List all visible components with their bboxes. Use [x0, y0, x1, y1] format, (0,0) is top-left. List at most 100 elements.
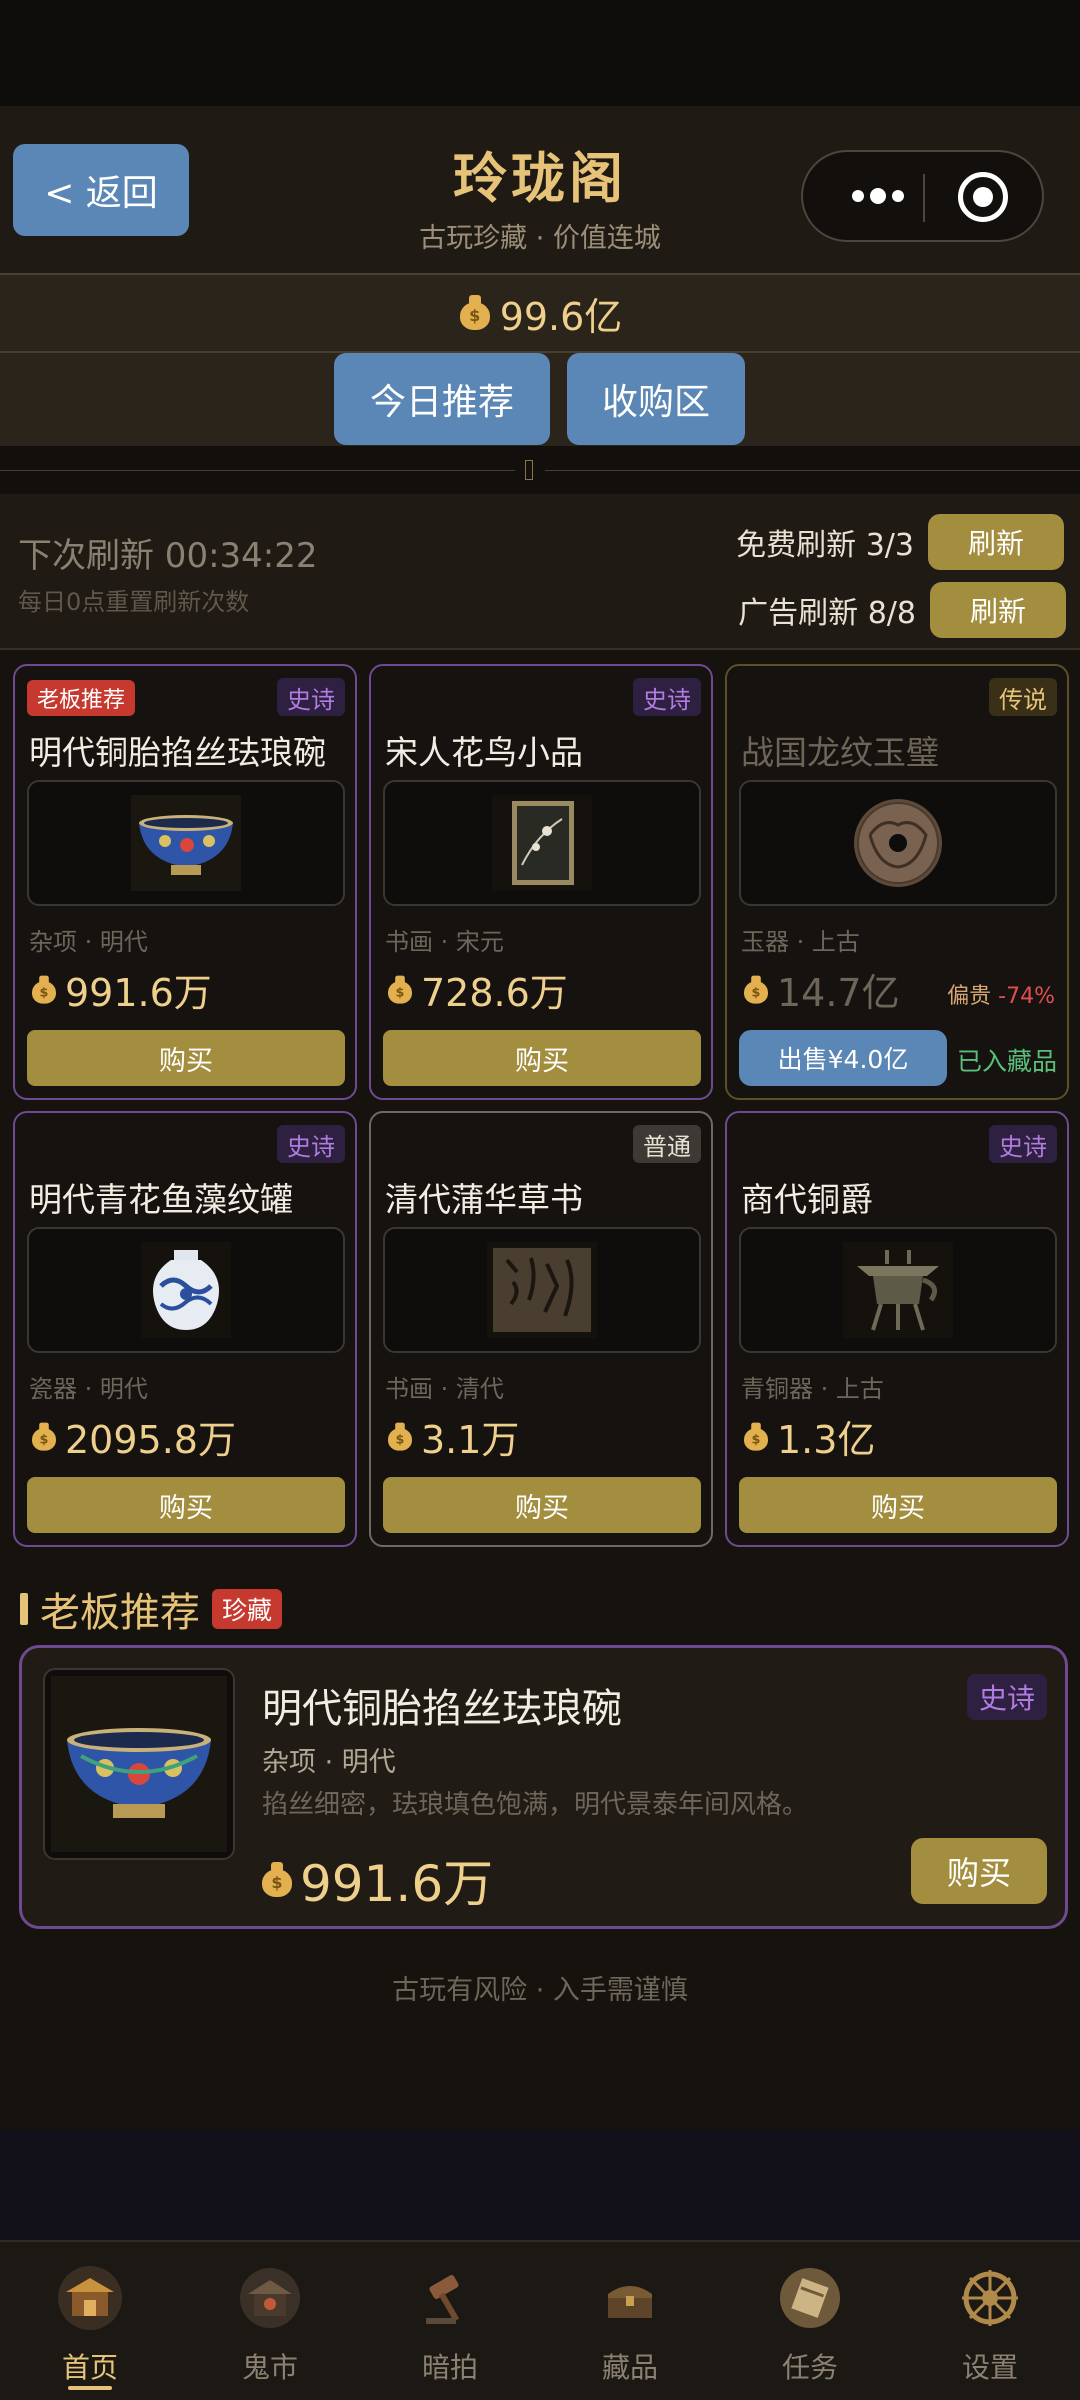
ad-refresh-button[interactable]: 刷新	[930, 582, 1066, 638]
buy-button[interactable]: 购买	[383, 1477, 701, 1533]
boss-recommend-header: 老板推荐 珍藏	[20, 1580, 283, 1638]
item-name: 明代青花鱼藻纹罐	[29, 1180, 293, 1219]
balance-amount: 99.6亿	[499, 294, 623, 339]
ad-refresh-row: 广告刷新 8/8 刷新	[738, 582, 1066, 638]
bottom-tab-bar: 首页 鬼市 暗拍 藏品 任务 设置	[0, 2240, 1080, 2400]
rarity-badge: 史诗	[277, 678, 345, 716]
item-card[interactable]: 史诗 商代铜爵 青铜器 · 上古 $ 1.3亿 购买	[725, 1111, 1069, 1547]
item-card[interactable]: 普通 清代蒲华草书 书画 · 清代 $ 3.1万 购买	[369, 1111, 713, 1547]
money-bag-icon: $	[386, 975, 413, 1004]
tabbar-item-ghost-market[interactable]: 鬼市	[180, 2242, 360, 2400]
rarity-badge: 史诗	[966, 1674, 1047, 1720]
overprice-percent: -74%	[998, 984, 1055, 1009]
item-image	[739, 780, 1057, 906]
boss-recommend-card[interactable]: 明代铜胎掐丝珐琅碗 史诗 杂项 · 明代 掐丝细密，珐琅填色饱满，明代景泰年间风…	[19, 1645, 1068, 1929]
item-image	[27, 1227, 345, 1353]
overprice-label: 偏贵	[947, 984, 992, 1009]
tabbar-item-dark-auction[interactable]: 暗拍	[360, 2242, 540, 2400]
risk-disclaimer: 古玩有风险 · 入手需谨慎	[392, 1975, 688, 2006]
rarity-badge: 普通	[633, 1125, 701, 1163]
tabbar-label: 藏品	[601, 2351, 658, 2384]
money-bag-icon: $	[30, 975, 57, 1004]
bottom-spacer	[0, 2130, 1080, 2240]
boss-item-category: 杂项 · 明代	[262, 1747, 396, 1778]
price-row: $ 3.1万	[383, 1409, 519, 1464]
header: < 返回 玲珑阁 古玩珍藏 · 价值连城	[0, 106, 1080, 274]
item-name: 宋人花鸟小品	[385, 733, 583, 772]
money-bag-icon: $	[742, 975, 769, 1004]
boss-item-price: 991.6万	[300, 1855, 494, 1913]
boss-item-description: 掐丝细密，珐琅填色饱满，明代景泰年间风格。	[262, 1790, 809, 1820]
item-price: 2095.8万	[65, 1418, 236, 1462]
item-card[interactable]: 传说 战国龙纹玉璧 玉器 · 上古 $ 14.7亿 偏贵 -74% 出售¥4.0…	[725, 664, 1069, 1100]
ad-refresh-label: 广告刷新 8/8	[738, 596, 916, 631]
tabbar-item-home[interactable]: 首页	[0, 2242, 180, 2400]
capsule-divider	[923, 174, 925, 222]
night-market-icon	[240, 2268, 300, 2328]
tabbar-label: 设置	[961, 2351, 1018, 2384]
tab-label: 今日推荐	[369, 382, 514, 423]
item-card[interactable]: 史诗 明代青花鱼藻纹罐 瓷器 · 明代 $ 2095.8万 购买	[13, 1111, 357, 1547]
auction-gavel-icon	[426, 2275, 460, 2324]
tab-today-recommend[interactable]: 今日推荐	[334, 353, 550, 453]
item-image	[383, 1227, 701, 1353]
price-row: $ 14.7亿	[739, 962, 900, 1017]
tabbar-label: 暗拍	[421, 2351, 478, 2384]
money-bag-icon: $	[458, 295, 492, 331]
tabbar-item-settings[interactable]: 设置	[900, 2242, 1080, 2400]
pavilion-icon	[58, 2266, 122, 2330]
section-title: 老板推荐	[40, 1590, 200, 1636]
more-menu-icon[interactable]	[833, 152, 923, 240]
buy-button[interactable]: 购买	[27, 1030, 345, 1086]
free-refresh-button[interactable]: 刷新	[928, 514, 1064, 570]
item-category: 玉器 · 上古	[741, 928, 860, 956]
treasure-badge: 珍藏	[212, 1589, 283, 1629]
item-image	[383, 780, 701, 906]
price-row: $ 991.6万	[260, 1844, 493, 1916]
tab-active-indicator	[68, 2386, 112, 2390]
item-price: 728.6万	[421, 971, 568, 1015]
item-name: 战国龙纹玉璧	[741, 733, 939, 772]
ornament-divider	[0, 446, 1080, 494]
refresh-panel: 下次刷新 00:34:22 每日0点重置刷新次数 免费刷新 3/3 刷新 广告刷…	[0, 494, 1080, 650]
item-name: 明代铜胎掐丝珐琅碗	[29, 733, 326, 772]
boss-item-name: 明代铜胎掐丝珐琅碗	[262, 1686, 622, 1732]
item-category: 书画 · 宋元	[385, 928, 504, 956]
close-target-icon[interactable]	[958, 172, 1008, 222]
item-price: 14.7亿	[777, 971, 900, 1015]
tabbar-item-tasks[interactable]: 任务	[720, 2242, 900, 2400]
item-category: 瓷器 · 明代	[29, 1375, 148, 1403]
section-marker	[20, 1593, 28, 1625]
boss-recommend-tag: 老板推荐	[27, 680, 136, 716]
overprice-indicator: 偏贵 -74%	[947, 978, 1055, 1010]
tabbar-label: 首页	[61, 2351, 118, 2384]
buy-button[interactable]: 购买	[383, 1030, 701, 1086]
item-card[interactable]: 史诗 宋人花鸟小品 书画 · 宋元 $ 728.6万 购买	[369, 664, 713, 1100]
item-name: 清代蒲华草书	[385, 1180, 583, 1219]
bronze-jue-icon	[843, 1242, 953, 1338]
money-bag-icon: $	[260, 1862, 294, 1898]
free-refresh-row: 免费刷新 3/3 刷新	[736, 514, 1064, 570]
rarity-badge: 史诗	[277, 1125, 345, 1163]
boss-buy-button[interactable]: 购买	[911, 1838, 1047, 1904]
tabbar-label: 任务	[781, 2351, 838, 2384]
item-price: 1.3亿	[777, 1418, 876, 1462]
tab-purchase-zone[interactable]: 收购区	[567, 353, 745, 445]
buy-button[interactable]: 购买	[739, 1477, 1057, 1533]
enamel-bowl-icon	[51, 1676, 227, 1852]
scroll-icon	[780, 2268, 840, 2328]
boss-item-image	[43, 1668, 235, 1860]
enamel-bowl-icon	[131, 795, 241, 891]
buy-button[interactable]: 购买	[27, 1477, 345, 1533]
tabbar-item-collection[interactable]: 藏品	[540, 2242, 720, 2400]
item-category: 书画 · 清代	[385, 1375, 504, 1403]
owned-label: 已入藏品	[957, 1047, 1058, 1076]
next-refresh-countdown: 下次刷新 00:34:22	[18, 536, 318, 576]
price-row: $ 728.6万	[383, 962, 568, 1017]
item-card[interactable]: 老板推荐 史诗 明代铜胎掐丝珐琅碗 杂项 · 明代 $ 991.6万 购买	[13, 664, 357, 1100]
treasure-chest-icon	[608, 2286, 652, 2318]
balance-bar: $ 99.6亿	[0, 273, 1080, 353]
bird-flower-painting-icon	[492, 795, 592, 891]
sell-button[interactable]: 出售¥4.0亿	[739, 1030, 947, 1086]
rarity-badge: 传说	[989, 678, 1057, 716]
